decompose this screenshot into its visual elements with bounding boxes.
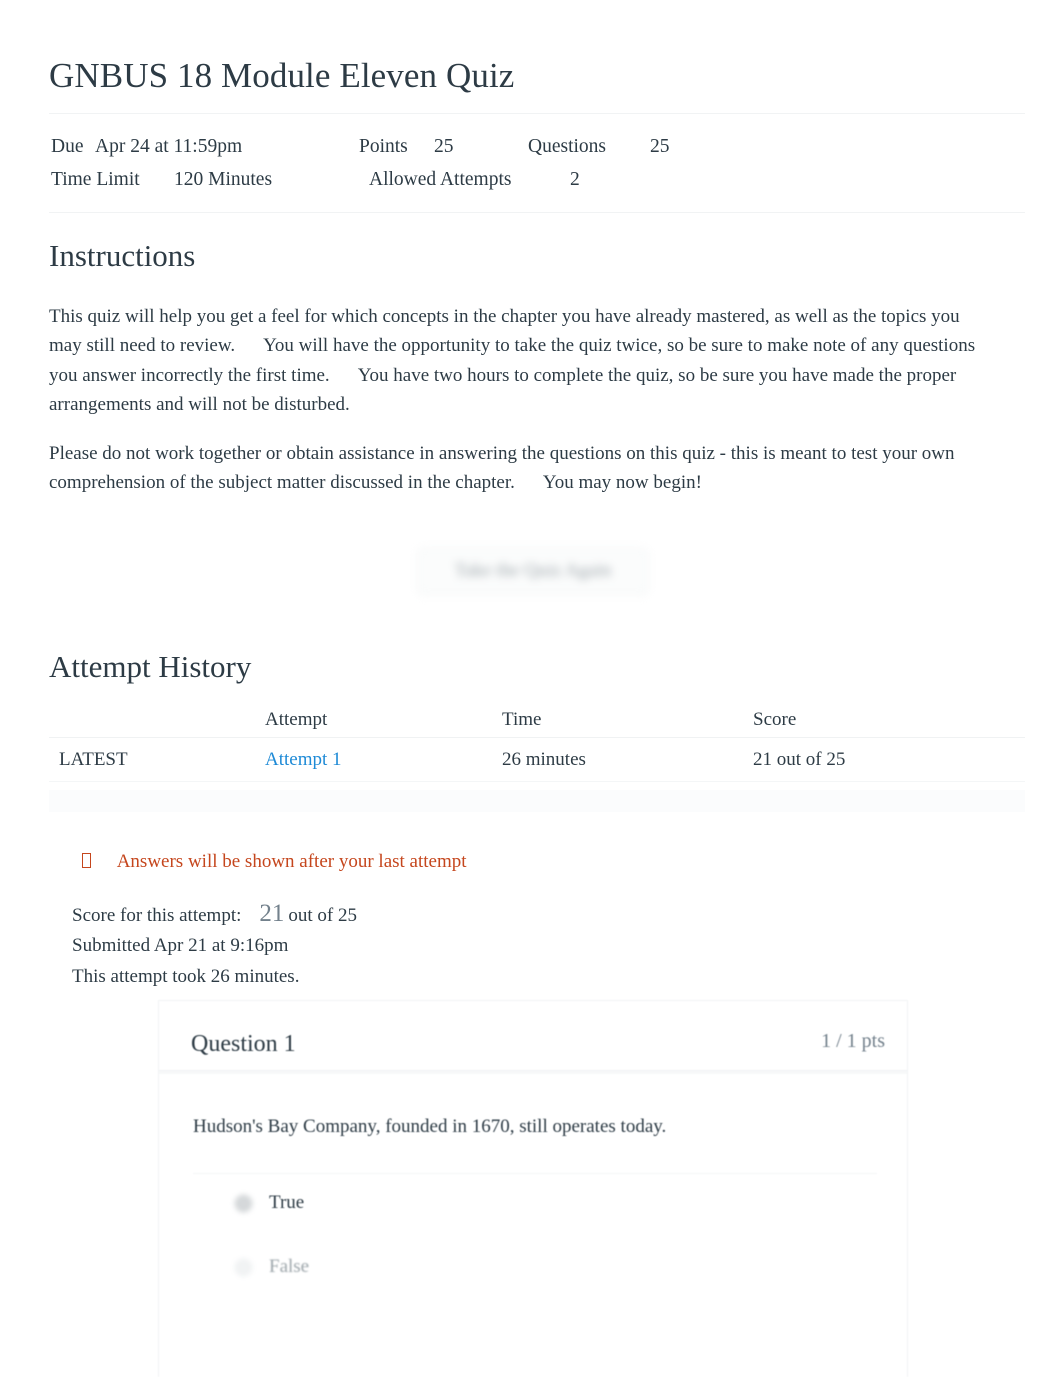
radio-button-icon[interactable] [235,1195,252,1212]
table-row: LATEST Attempt 1 26 minutes 21 out of 25 [49,738,1025,782]
instructions-p2-sentence-1: Please do not work together or obtain as… [49,443,955,494]
answers-notice-text: Answers will be shown after your last at… [116,851,467,872]
column-header-time: Time [502,709,542,730]
instructions-p2-sentence-2: You may now begin! [542,472,702,494]
question-header: Question 1 1 / 1 pts [159,1001,907,1071]
column-header-score: Score [753,709,797,730]
due-label: Due [51,136,84,157]
score-out-of: out of 25 [288,905,357,926]
row-kept-badge: LATEST [59,749,128,770]
questions-label: Questions [528,136,606,157]
instructions-heading: Instructions [49,238,196,273]
row-score-value: 21 out of 25 [753,749,846,770]
submitted-line: Submitted Apr 21 at 9:16pm [72,934,289,956]
allowed-attempts-value: 2 [570,169,580,190]
answer-option-label: False [269,1256,310,1277]
question-answers-list: True False [193,1173,877,1302]
column-header-attempt: Attempt [265,709,328,730]
retake-quiz-button-wrapper: Take the Quiz Again [404,540,662,602]
question-divider [159,1071,907,1074]
time-limit-label: Time Limit [51,169,140,190]
attempt-history-table: Attempt Time Score LATEST Attempt 1 26 m… [49,702,1025,782]
table-footer-band [49,790,1025,812]
quiz-results-page: GNBUS 18 Module Eleven Quiz Due Apr 24 a… [0,0,1062,1377]
quiz-meta-band: Due Apr 24 at 11:59pm Points 25 Question… [49,113,1025,213]
page-title: GNBUS 18 Module Eleven Quiz [49,56,515,95]
take-the-quiz-again-button[interactable]: Take the Quiz Again [418,548,648,594]
question-text: Hudson's Bay Company, founded in 1670, s… [193,1116,667,1137]
score-value: 21 [259,900,285,927]
radio-button-icon[interactable] [235,1259,252,1276]
attempt-1-link[interactable]: Attempt 1 [265,749,342,770]
info-circle-icon [82,853,91,868]
score-summary: Score for this attempt: 21 out of 25 Submi… [72,898,357,993]
score-label: Score for this attempt: [72,905,242,926]
score-for-this-attempt-line: Score for this attempt: 21 out of 25 [72,898,357,930]
table-header-row: Attempt Time Score [49,702,1025,738]
answer-option-true[interactable]: True [193,1174,877,1238]
instructions-paragraph-1: This quiz will help you get a feel for w… [49,302,979,419]
allowed-attempts-label: Allowed Attempts [369,169,512,190]
question-title: Question 1 [191,1031,296,1057]
question-card: Question 1 1 / 1 pts Hudson's Bay Compan… [158,1000,908,1377]
points-label: Points [359,136,408,157]
row-time-value: 26 minutes [502,749,586,770]
row-attempt-cell: Attempt 1 [265,738,342,782]
attempt-history-heading: Attempt History [49,649,252,684]
instructions-body: This quiz will help you get a feel for w… [49,302,979,498]
instructions-paragraph-2: Please do not work together or obtain as… [49,439,979,498]
due-value: Apr 24 at 11:59pm [95,136,243,157]
answer-option-false[interactable]: False [193,1238,877,1302]
points-value: 25 [434,136,454,157]
question-points: 1 / 1 pts [821,1030,885,1052]
duration-line: This attempt took 26 minutes. [72,966,300,987]
answers-notice: Answers will be shown after your last at… [82,848,467,876]
answer-option-label: True [269,1192,305,1213]
time-limit-value: 120 Minutes [174,169,273,190]
questions-value: 25 [650,136,670,157]
